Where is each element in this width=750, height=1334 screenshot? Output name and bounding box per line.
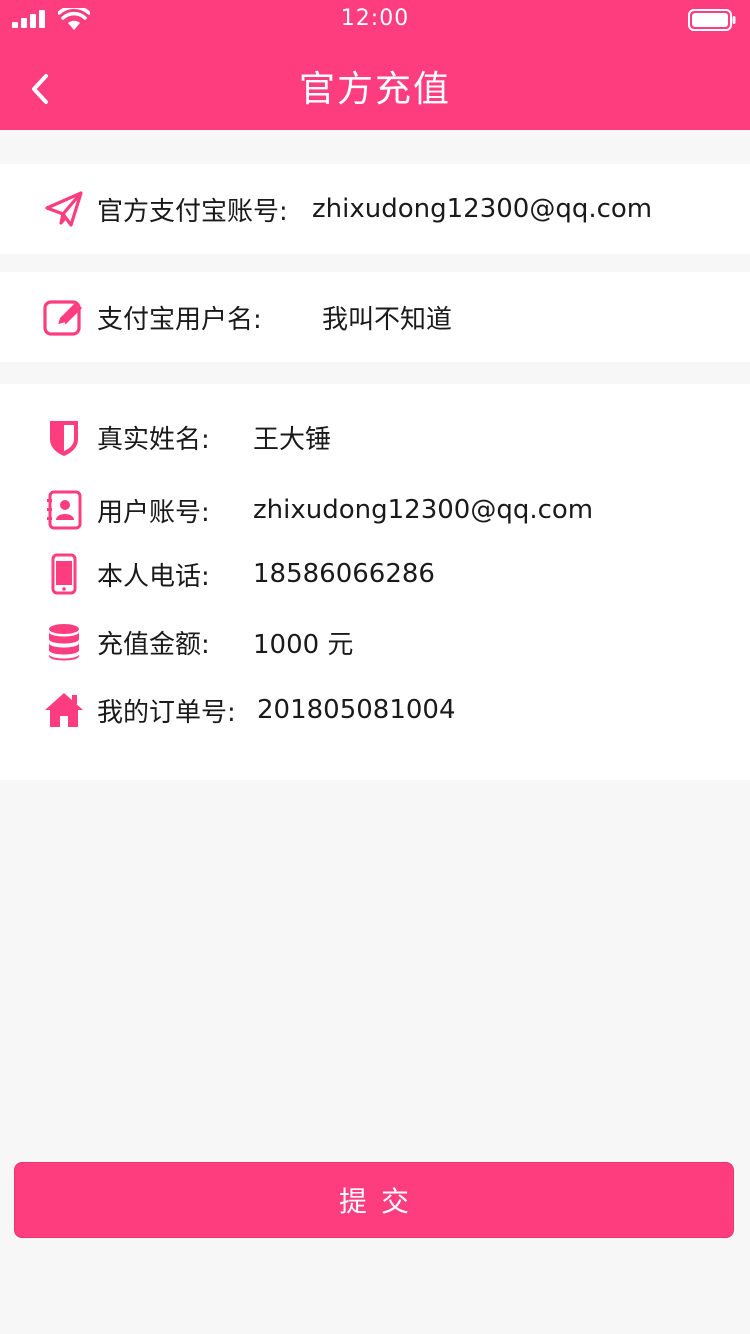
status-time: 12:00 <box>340 6 410 31</box>
send-icon <box>42 187 86 231</box>
detail-row-order-number: 我的订单号: 201805081004 <box>0 685 750 735</box>
alipay-account-value: zhixudong12300@qq.com <box>312 194 653 224</box>
shield-icon <box>42 415 86 459</box>
alipay-account-row: 官方支付宝账号: zhixudong12300@qq.com <box>0 184 750 234</box>
app-header: 12:00 官方充值 <box>0 0 750 130</box>
alipay-username-value: 我叫不知道 <box>322 304 453 335</box>
alipay-username-row: 支付宝用户名: 我叫不知道 <box>0 292 750 342</box>
contact-card-icon <box>42 488 86 532</box>
alipay-account-card: 官方支付宝账号: zhixudong12300@qq.com <box>0 164 750 254</box>
detail-row-user-account: 用户账号: zhixudong12300@qq.com <box>0 485 750 535</box>
coins-stack-icon <box>42 620 86 664</box>
page-title: 官方充值 <box>298 69 451 110</box>
recharge-details-card: 真实姓名: 王大锤 用户账号: zhixudong12300@qq.com 本人… <box>0 384 750 780</box>
alipay-username-card: 支付宝用户名: 我叫不知道 <box>0 272 750 362</box>
order-number-value: 201805081004 <box>257 695 456 725</box>
detail-row-amount: 充值金额: 1000 元 <box>0 617 750 667</box>
real-name-value: 王大锤 <box>253 424 332 455</box>
detail-row-real-name: 真实姓名: 王大锤 <box>0 412 750 462</box>
phone-value: 18586066286 <box>253 559 435 589</box>
submit-button[interactable]: 提交 <box>14 1162 734 1238</box>
amount-value: 1000 元 <box>253 629 354 660</box>
user-account-value: zhixudong12300@qq.com <box>253 495 594 525</box>
phone-label: 本人电话: <box>97 561 210 592</box>
edit-icon <box>42 295 86 339</box>
amount-label: 充值金额: <box>97 629 210 660</box>
home-icon <box>42 688 86 732</box>
user-account-label: 用户账号: <box>97 497 210 528</box>
phone-icon <box>42 552 86 596</box>
alipay-account-label: 官方支付宝账号: <box>97 196 288 227</box>
status-bar: 12:00 <box>0 0 750 40</box>
order-number-label: 我的订单号: <box>97 697 236 728</box>
alipay-username-label: 支付宝用户名: <box>97 304 262 335</box>
detail-row-phone: 本人电话: 18586066286 <box>0 549 750 599</box>
battery-icon <box>688 9 736 31</box>
real-name-label: 真实姓名: <box>97 424 210 455</box>
